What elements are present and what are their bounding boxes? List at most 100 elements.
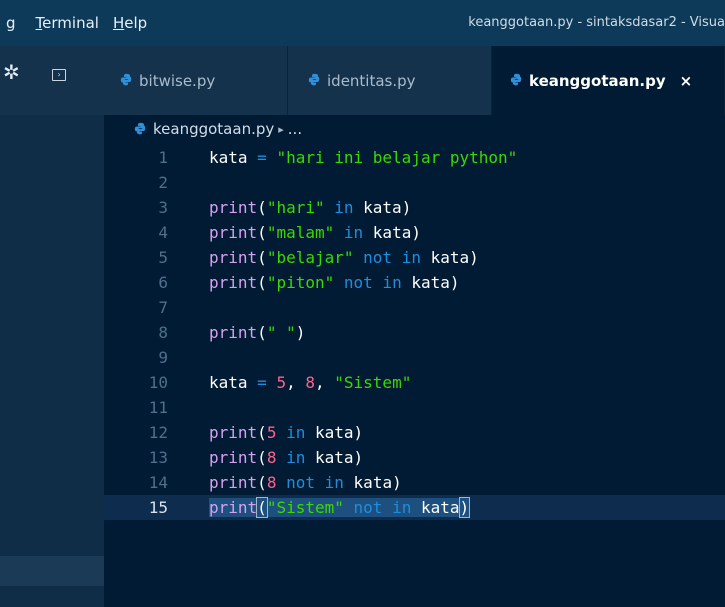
menu-item-help[interactable]: Help <box>113 14 161 32</box>
code-token: print <box>209 423 258 442</box>
code-token: kata <box>209 148 248 167</box>
code-line[interactable]: 6 print("piton" not in kata) <box>104 270 725 295</box>
code-line[interactable]: 5 print("belajar" not in kata) <box>104 245 725 270</box>
line-code: kata = 5, 8, "Sistem" <box>209 370 411 395</box>
code-token: ) <box>295 323 306 342</box>
code-line[interactable]: 15 print("Sistem" not in kata) <box>104 495 725 520</box>
terminal-panel-icon[interactable]: › <box>52 69 66 81</box>
code-line[interactable]: 8 print(" ") <box>104 320 725 345</box>
line-code: print(8 in kata) <box>209 445 363 470</box>
menu-item-terminal[interactable]: Terminal <box>36 14 113 32</box>
code-token: kata <box>315 423 354 442</box>
code-token <box>382 498 393 517</box>
code-token: ( <box>257 248 267 267</box>
code-line[interactable]: 11 <box>104 395 725 420</box>
code-token: not <box>363 248 393 267</box>
code-line[interactable]: 14 print(8 not in kata) <box>104 470 725 495</box>
code-token: ( <box>257 198 267 217</box>
line-code: print("hari" in kata) <box>209 195 411 220</box>
code-line[interactable]: 1 kata = "hari ini belajar python" <box>104 145 725 170</box>
line-number: 11 <box>148 398 168 417</box>
editor-tabs: bitwise.py identitas.py keanggotaan.py × <box>104 46 725 115</box>
code-token: 8 <box>266 448 277 467</box>
python-file-icon <box>134 122 146 134</box>
breadcrumb-symbols[interactable]: ... <box>288 120 302 138</box>
code-line[interactable]: 13 print(8 in kata) <box>104 445 725 470</box>
code-token: "piton" <box>266 273 335 292</box>
line-code: print("malam" in kata) <box>209 220 421 245</box>
line-code: print("belajar" not in kata) <box>209 245 479 270</box>
code-token: "Sistem" <box>334 373 412 392</box>
line-code: print(8 not in kata) <box>209 470 402 495</box>
line-code: print(5 in kata) <box>209 420 363 445</box>
tab-keanggotaan[interactable]: keanggotaan.py × <box>492 46 725 115</box>
code-token: = <box>257 148 267 167</box>
tab-label: keanggotaan.py <box>529 71 666 90</box>
code-token: ( <box>257 448 267 467</box>
line-code: print(" ") <box>209 320 305 345</box>
code-token: print <box>209 498 258 517</box>
line-code: kata = "hari ini belajar python" <box>209 145 517 170</box>
breadcrumb[interactable]: keanggotaan.py ▸ ... <box>134 118 302 140</box>
line-number: 7 <box>158 298 168 317</box>
code-token <box>343 498 354 517</box>
code-line[interactable]: 10 kata = 5, 8, "Sistem" <box>104 370 725 395</box>
code-token: print <box>209 273 258 292</box>
code-token: , <box>286 373 306 392</box>
line-number: 2 <box>158 173 168 192</box>
code-token: 8 <box>305 373 315 392</box>
code-token: print <box>209 223 258 242</box>
line-number: 5 <box>158 248 168 267</box>
code-editor[interactable]: 1 kata = "hari ini belajar python" 2 3 print… <box>104 145 725 607</box>
tab-identitas[interactable]: identitas.py <box>288 46 492 115</box>
code-token: print <box>209 323 258 342</box>
sidebar-selected-row[interactable] <box>0 556 104 586</box>
code-token: print <box>209 473 258 492</box>
code-token: "hari ini belajar python" <box>276 148 518 167</box>
tab-label: bitwise.py <box>139 71 216 90</box>
python-file-icon <box>510 73 522 86</box>
code-token: ) <box>449 273 460 292</box>
code-token: kata <box>209 373 248 392</box>
menu-bar: g Terminal Help keanggotaan.py - sintaks… <box>0 0 725 46</box>
code-line[interactable]: 9 <box>104 345 725 370</box>
breadcrumb-file[interactable]: keanggotaan.py <box>153 120 274 138</box>
code-line[interactable]: 12 print(5 in kata) <box>104 420 725 445</box>
code-token: ) <box>353 448 364 467</box>
code-token: not <box>343 273 373 292</box>
code-line[interactable]: 4 print("malam" in kata) <box>104 220 725 245</box>
code-token: ) <box>411 223 421 242</box>
code-token: kata <box>363 198 402 217</box>
code-token: in <box>392 498 412 517</box>
line-number: 4 <box>158 223 168 242</box>
code-token: ( <box>257 423 267 442</box>
code-token: ( <box>257 223 267 242</box>
menu-item-debug[interactable]: g <box>0 14 36 32</box>
tab-label: identitas.py <box>327 71 416 90</box>
activity-bar: ✲ › <box>0 46 104 115</box>
code-line[interactable]: 3 print("hari" in kata) <box>104 195 725 220</box>
code-line[interactable]: 7 <box>104 295 725 320</box>
line-number: 6 <box>158 273 168 292</box>
close-icon[interactable]: × <box>680 72 693 90</box>
tab-bitwise[interactable]: bitwise.py <box>104 46 288 115</box>
code-token: "malam" <box>266 223 335 242</box>
code-line[interactable]: 2 <box>104 170 725 195</box>
code-token: ( <box>256 497 268 518</box>
code-token: ) <box>458 497 471 518</box>
gear-icon[interactable]: ✲ <box>3 60 20 84</box>
line-number: 1 <box>158 148 168 167</box>
line-number: 15 <box>148 498 168 517</box>
